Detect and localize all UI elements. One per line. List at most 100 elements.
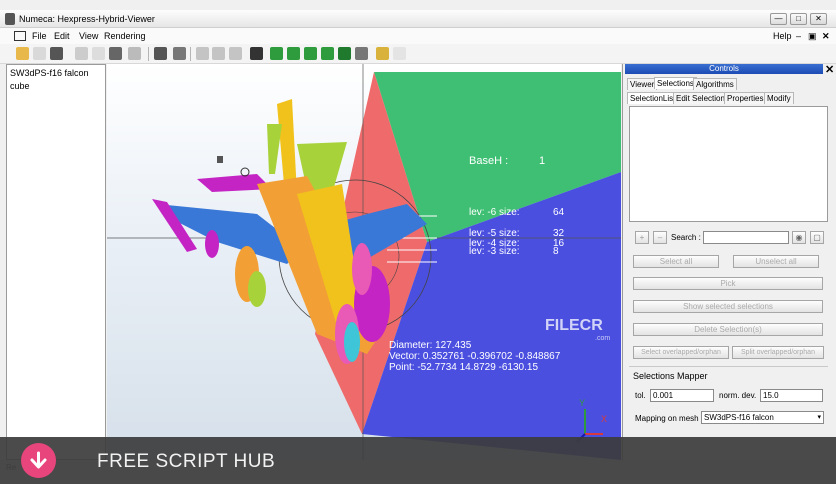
watermark-text: FILECR bbox=[545, 317, 603, 334]
toolbar bbox=[0, 44, 836, 64]
search-input[interactable] bbox=[703, 231, 789, 244]
menu-view[interactable]: View bbox=[79, 31, 98, 41]
tol-field[interactable]: 0.001 bbox=[650, 389, 714, 402]
3d-viewport[interactable]: BaseH : 1 lev: -6 size: 64 lev: -5 size:… bbox=[107, 64, 621, 460]
mesh-green-2-icon[interactable] bbox=[287, 47, 300, 60]
tab-properties[interactable]: Properties bbox=[724, 92, 767, 104]
close-button[interactable]: ✕ bbox=[810, 13, 827, 25]
delete-selection-button[interactable]: Delete Selection(s) bbox=[633, 323, 823, 336]
axis-x-icon[interactable] bbox=[196, 47, 209, 60]
download-button[interactable] bbox=[21, 443, 56, 478]
level-value: 64 bbox=[553, 207, 565, 218]
copy-icon[interactable] bbox=[92, 47, 105, 60]
object-item-cube[interactable]: cube bbox=[10, 81, 30, 91]
watermark-sub: .com bbox=[595, 335, 611, 342]
settings-disabled-icon[interactable] bbox=[393, 47, 406, 60]
toolbar-separator bbox=[148, 47, 149, 61]
mapping-select-value: SW3dPS-f16 falcon bbox=[704, 413, 774, 422]
chevron-down-icon: ▾ bbox=[817, 414, 821, 421]
download-icon bbox=[30, 451, 47, 469]
menu-help[interactable]: Help bbox=[773, 31, 792, 41]
tab-selectionlist[interactable]: SelectionList bbox=[627, 92, 679, 104]
window-title: Numeca: Hexpress-Hybrid-Viewer bbox=[19, 14, 155, 24]
tab-selections[interactable]: Selections bbox=[654, 77, 697, 89]
app-icon bbox=[5, 13, 15, 25]
paste-icon[interactable] bbox=[109, 47, 122, 60]
new-file-icon[interactable] bbox=[16, 47, 29, 60]
cut-icon[interactable] bbox=[75, 47, 88, 60]
split-overlapped-button[interactable]: Split overlapped/orphan bbox=[732, 346, 824, 359]
select-overlapped-button[interactable]: Select overlapped/orphan bbox=[633, 346, 729, 359]
minimize-button[interactable]: — bbox=[770, 13, 787, 25]
tab-edit-selection[interactable]: Edit Selection bbox=[673, 92, 728, 104]
title-bar: Numeca: Hexpress-Hybrid-Viewer — □ ✕ bbox=[0, 10, 836, 28]
tab-algorithms[interactable]: Algorithms bbox=[693, 78, 737, 90]
level-label: lev: -6 size: bbox=[469, 207, 520, 218]
tab-viewer[interactable]: Viewer bbox=[627, 78, 658, 90]
tol-label: tol. bbox=[635, 391, 646, 400]
promo-banner: FREE SCRIPT HUB bbox=[0, 437, 836, 484]
show-selected-button[interactable]: Show selected selections bbox=[633, 300, 823, 313]
maximize-button[interactable]: □ bbox=[790, 13, 807, 25]
controls-title: Controls bbox=[625, 64, 823, 74]
mouse-cursor-icon bbox=[217, 156, 223, 163]
mdi-close-icon[interactable]: ✕ bbox=[822, 31, 830, 42]
pick-button[interactable]: Pick bbox=[633, 277, 823, 290]
norm-dev-label: norm. dev. bbox=[719, 391, 757, 400]
object-item-falcon[interactable]: SW3dPS-f16 falcon bbox=[10, 68, 89, 78]
save-icon[interactable] bbox=[50, 47, 63, 60]
mdi-restore-icon[interactable]: ▣ bbox=[808, 31, 817, 42]
application-window: Numeca: Hexpress-Hybrid-Viewer — □ ✕ Fil… bbox=[0, 0, 836, 484]
menu-edit[interactable]: Edit bbox=[54, 31, 70, 41]
vector-readout: Vector: 0.352761 -0.396702 -0.848867 bbox=[389, 351, 561, 362]
binoculars-icon[interactable]: ◉ bbox=[792, 231, 806, 244]
menu-file[interactable]: File bbox=[32, 31, 47, 41]
cube-view-icon[interactable] bbox=[173, 47, 186, 60]
base-label: BaseH : bbox=[469, 155, 509, 167]
level-label: lev: -3 size: bbox=[469, 246, 520, 257]
toolbar-separator bbox=[190, 47, 191, 61]
mapper-title: Selections Mapper bbox=[633, 371, 708, 381]
controls-close-icon[interactable]: ✕ bbox=[825, 63, 834, 76]
open-file-icon[interactable] bbox=[33, 47, 46, 60]
mesh-green-1-icon[interactable] bbox=[270, 47, 283, 60]
mesh-green-3-icon[interactable] bbox=[304, 47, 317, 60]
watermark: FILECR .com bbox=[545, 317, 625, 357]
selection-list[interactable] bbox=[629, 106, 828, 222]
mesh-green-5-icon[interactable] bbox=[338, 47, 351, 60]
delete-icon[interactable] bbox=[128, 47, 141, 60]
remove-selection-button[interactable]: – bbox=[653, 231, 667, 244]
search-label: Search : bbox=[671, 233, 701, 242]
mapping-label: Mapping on mesh bbox=[635, 414, 699, 423]
norm-dev-field[interactable]: 15.0 bbox=[760, 389, 823, 402]
axis-x-label: X bbox=[601, 414, 608, 424]
view-icon[interactable] bbox=[154, 47, 167, 60]
unselect-all-button[interactable]: Unselect all bbox=[733, 255, 819, 268]
object-list: SW3dPS-f16 falcon cube bbox=[6, 64, 106, 460]
axis-icon[interactable] bbox=[250, 47, 263, 60]
base-value: 1 bbox=[539, 155, 546, 167]
rotation-cursor-icon bbox=[240, 167, 250, 177]
mdi-minimize-icon[interactable]: – bbox=[796, 31, 801, 41]
select-all-button[interactable]: Select all bbox=[633, 255, 719, 268]
controls-panel: Controls ✕ Viewer Selections Algorithms … bbox=[622, 64, 834, 460]
menu-bar: File Edit View Rendering Help – ▣ ✕ bbox=[0, 28, 836, 44]
settings-icon[interactable] bbox=[376, 47, 389, 60]
axis-y-label: Y bbox=[579, 398, 586, 408]
level-value: 8 bbox=[553, 246, 559, 257]
clear-search-icon[interactable]: ▢ bbox=[810, 231, 824, 244]
mesh-green-4-icon[interactable] bbox=[321, 47, 334, 60]
point-readout: Point: -52.7734 14.8729 -6130.15 bbox=[389, 362, 539, 373]
tab-modify[interactable]: Modify bbox=[764, 92, 794, 104]
banner-text: FREE SCRIPT HUB bbox=[97, 451, 276, 472]
mesh-gray-icon[interactable] bbox=[355, 47, 368, 60]
menu-rendering[interactable]: Rendering bbox=[104, 31, 146, 41]
axis-y-icon[interactable] bbox=[212, 47, 225, 60]
scene-canvas bbox=[107, 64, 621, 460]
add-selection-button[interactable]: + bbox=[635, 231, 649, 244]
group-divider bbox=[629, 366, 828, 367]
mapping-select[interactable]: SW3dPS-f16 falcon ▾ bbox=[701, 411, 824, 424]
document-icon bbox=[14, 31, 26, 41]
diameter-readout: Diameter: 127.435 bbox=[389, 340, 472, 351]
axis-z-icon[interactable] bbox=[229, 47, 242, 60]
